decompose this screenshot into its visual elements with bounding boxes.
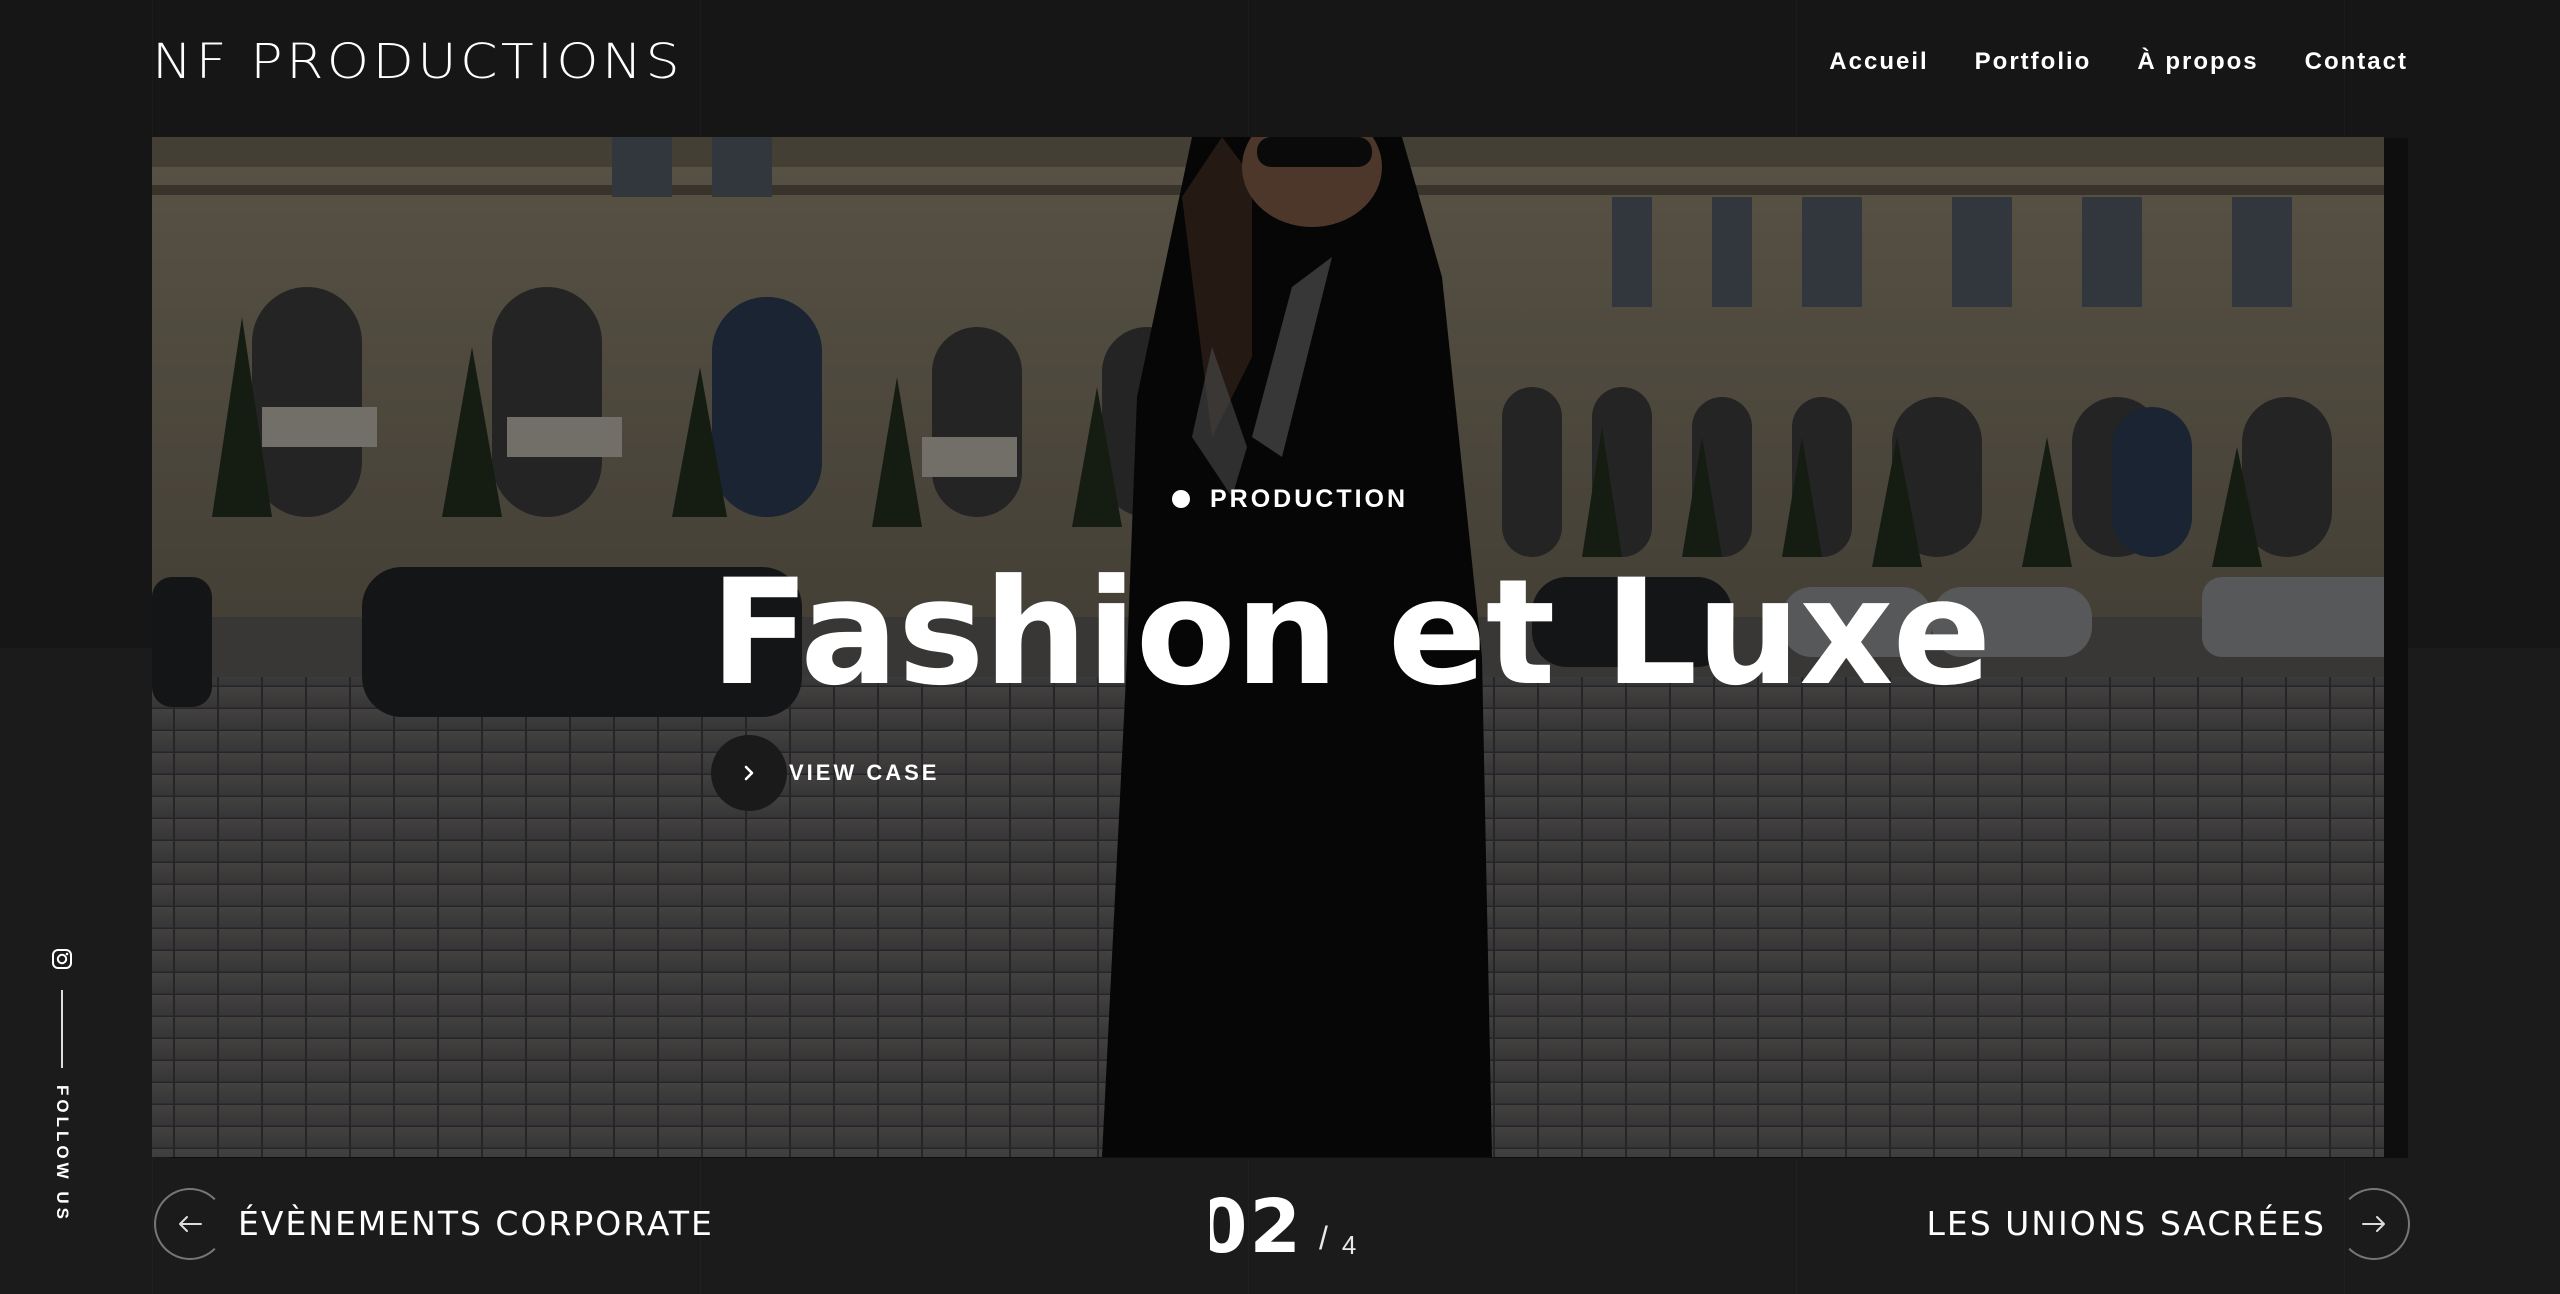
arrow-left-icon: [179, 1216, 202, 1232]
view-case-label[interactable]: VIEW CASE: [789, 758, 939, 788]
nav-link-accueil[interactable]: Accueil: [1829, 44, 1928, 80]
nav-link-portfolio[interactable]: Portfolio: [1975, 44, 2092, 80]
nav-link-a-propos[interactable]: À propos: [2137, 44, 2258, 80]
nav-link-contact[interactable]: Contact: [2305, 44, 2408, 80]
slide-counter: 02 / 4: [1196, 1186, 1356, 1266]
total-slides: 4: [1341, 1230, 1357, 1260]
prev-arrow-circle[interactable]: [154, 1188, 226, 1260]
current-slide-number: 02: [1196, 1184, 1303, 1270]
prev-slide-button[interactable]: ÉVÈNEMENTS CORPORATE: [154, 1188, 714, 1260]
site-logo[interactable]: NF PRODUCTIONS: [152, 34, 683, 90]
next-arrow-circle[interactable]: [2338, 1188, 2410, 1260]
category-dot: [1172, 490, 1190, 508]
instagram-icon[interactable]: [51, 948, 73, 970]
hero-title: Fashion et Luxe: [710, 548, 1991, 718]
view-case-button[interactable]: VIEW CASE: [711, 735, 939, 811]
main-nav: Accueil Portfolio À propos Contact: [1829, 44, 2408, 80]
next-slide-button[interactable]: LES UNIONS SACRÉES: [1926, 1188, 2410, 1260]
category-label: PRODUCTION: [1210, 485, 1409, 513]
chevron-right-icon: [744, 765, 754, 781]
view-case-circle[interactable]: [711, 735, 787, 811]
site-header: NF PRODUCTIONS Accueil Portfolio À propo…: [0, 0, 2560, 125]
follow-us-label: FOLLOW US: [53, 1085, 72, 1223]
counter-separator: /: [1318, 1220, 1328, 1256]
follow-divider: [61, 990, 63, 1068]
next-slide-label[interactable]: LES UNIONS SACRÉES: [1926, 1204, 2326, 1244]
hero-category: PRODUCTION: [1172, 484, 1408, 514]
arrow-right-icon: [2362, 1216, 2385, 1232]
prev-slide-label[interactable]: ÉVÈNEMENTS CORPORATE: [238, 1204, 714, 1244]
social-follow: FOLLOW US: [40, 940, 84, 1230]
